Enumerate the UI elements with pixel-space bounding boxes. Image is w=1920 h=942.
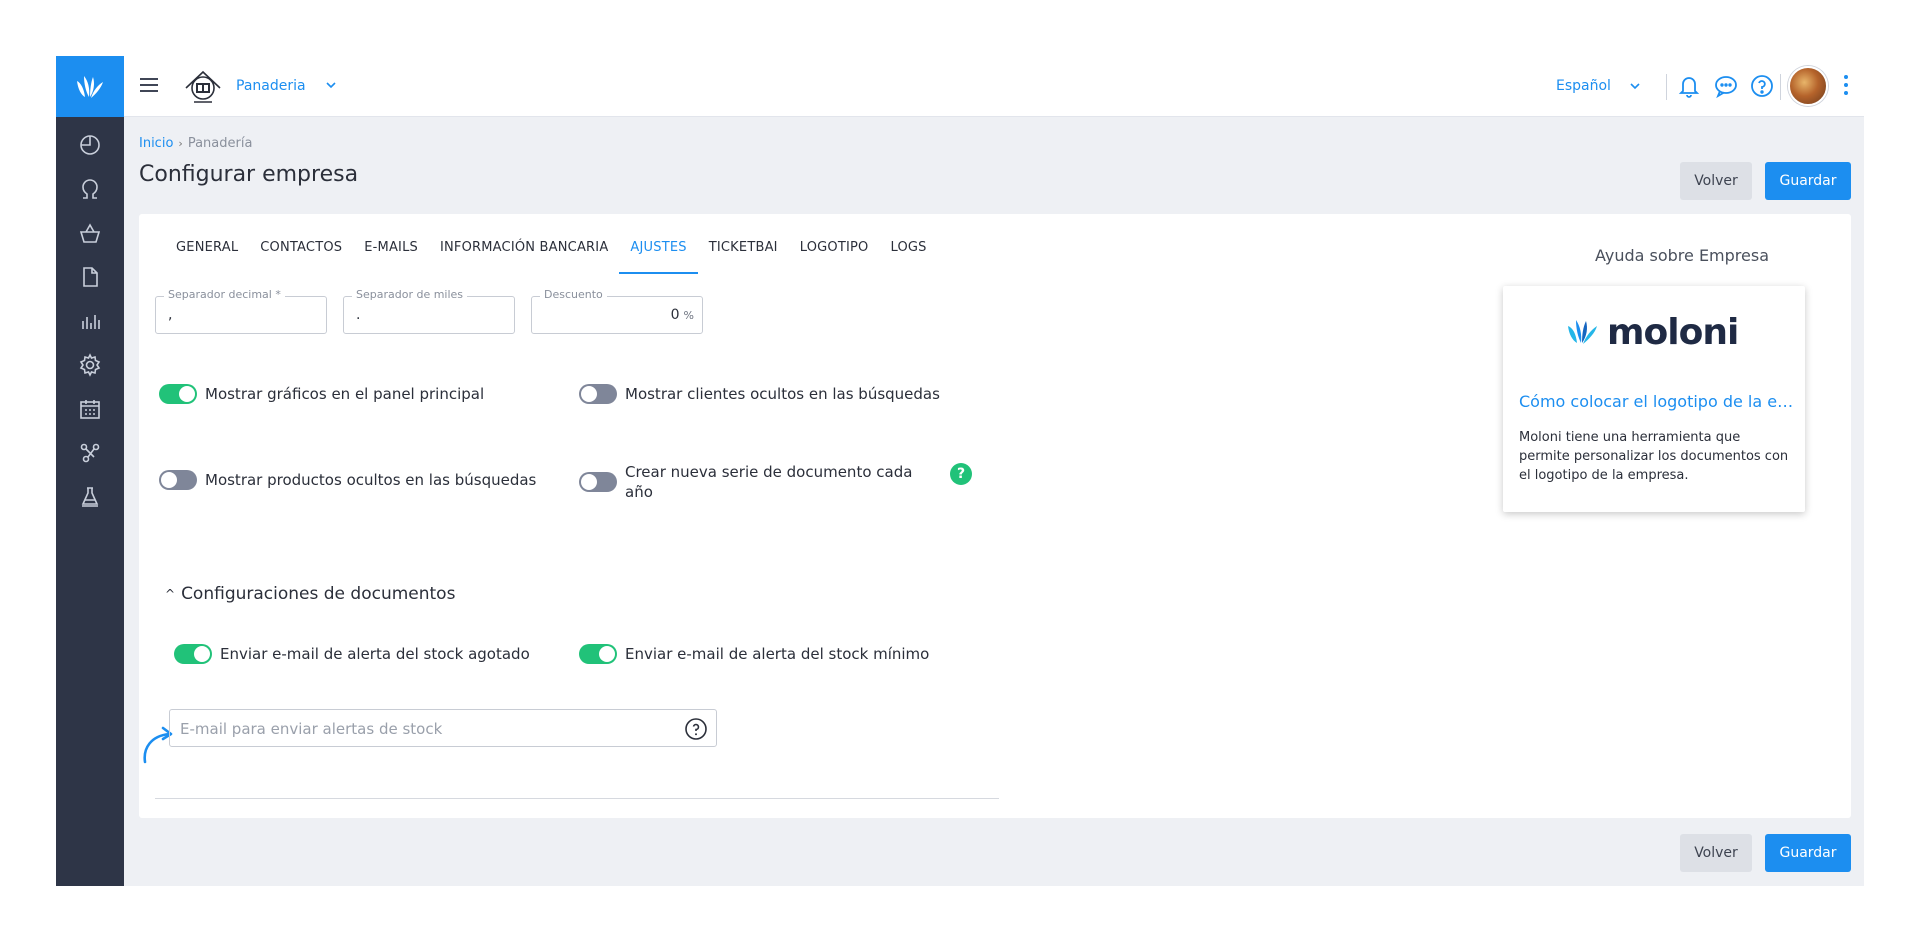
avatar[interactable] <box>1788 66 1828 106</box>
toggle-row-hidden-clients: Mostrar clientes ocultos en las búsqueda… <box>579 384 940 404</box>
section-divider <box>155 798 999 799</box>
discount-value: 0 <box>670 307 680 323</box>
tab-general[interactable]: GENERAL <box>165 240 249 274</box>
company-selector[interactable]: Panaderia <box>236 78 306 94</box>
tab-ticketbai[interactable]: TICKETBAI <box>698 240 789 274</box>
toggle-label: Enviar e-mail de alerta del stock mínimo <box>625 645 930 663</box>
toggle-row-hidden-products: Mostrar productos ocultos en las búsqued… <box>159 470 536 490</box>
chevron-down-icon[interactable] <box>324 78 338 92</box>
section-title: Configuraciones de documentos <box>181 584 456 604</box>
kebab-icon[interactable] <box>1844 75 1850 99</box>
back-button-bottom[interactable]: Volver <box>1680 834 1752 872</box>
company-logo[interactable] <box>182 66 224 106</box>
toggle-label: Mostrar clientes ocultos en las búsqueda… <box>625 385 940 403</box>
help-article-link[interactable]: Cómo colocar el logotipo de la empresa e… <box>1519 392 1795 411</box>
help-badge-icon[interactable]: ? <box>950 463 972 485</box>
section-document-settings[interactable]: ^ Configuraciones de documentos <box>165 584 455 604</box>
moloni-brand-logo[interactable] <box>56 56 124 117</box>
toggle-stock-min[interactable] <box>579 644 617 664</box>
toggle-new-series[interactable] <box>579 472 617 492</box>
moloni-wordmark: moloni <box>1607 311 1739 353</box>
toggle-hidden-products[interactable] <box>159 470 197 490</box>
thousands-separator-field[interactable]: Separador de miles . <box>343 288 515 334</box>
divider <box>1666 74 1667 100</box>
save-button[interactable]: Guardar <box>1765 162 1851 200</box>
percent-unit: % <box>683 309 694 322</box>
field-label: Separador decimal * <box>164 288 285 301</box>
bell-icon[interactable] <box>1675 72 1703 100</box>
settings-card: GENERAL CONTACTOS E-MAILS INFORMACIÓN BA… <box>139 214 1851 818</box>
toggle-hidden-clients[interactable] <box>579 384 617 404</box>
field-label: Separador de miles <box>352 288 468 301</box>
toggle-row-stock-min: Enviar e-mail de alerta del stock mínimo <box>579 644 929 664</box>
tab-informacion-bancaria[interactable]: INFORMACIÓN BANCARIA <box>429 240 619 274</box>
field-label: Descuento <box>540 288 607 301</box>
tab-bar: GENERAL CONTACTOS E-MAILS INFORMACIÓN BA… <box>165 240 938 274</box>
breadcrumb-home[interactable]: Inicio <box>139 136 173 151</box>
settings-icon[interactable] <box>56 348 124 382</box>
customers-icon[interactable] <box>56 172 124 206</box>
tab-contactos[interactable]: CONTACTOS <box>249 240 353 274</box>
tab-ajustes[interactable]: AJUSTES <box>619 240 698 274</box>
tab-logs[interactable]: LOGS <box>879 240 937 274</box>
moloni-logo: moloni <box>1565 311 1739 353</box>
help-icon[interactable] <box>1748 72 1776 100</box>
chevron-down-icon[interactable] <box>1628 79 1642 93</box>
topbar: Panaderia Español <box>124 56 1864 117</box>
decimal-separator-field[interactable]: Separador decimal * , <box>155 288 327 334</box>
toggle-row-stock-out: Enviar e-mail de alerta del stock agotad… <box>174 644 530 664</box>
field-value: , <box>168 307 173 323</box>
page-title: Configurar empresa <box>139 162 359 187</box>
breadcrumb-separator: › <box>178 137 183 150</box>
stock-alert-email-field[interactable] <box>169 709 717 747</box>
question-icon[interactable] <box>684 717 708 741</box>
dashboard-icon[interactable] <box>56 128 124 162</box>
moloni-leaf-icon <box>1568 320 1597 344</box>
toggle-stock-out[interactable] <box>174 644 212 664</box>
reports-icon[interactable] <box>56 304 124 338</box>
toggle-label: Enviar e-mail de alerta del stock agotad… <box>220 645 530 663</box>
breadcrumb-current: Panadería <box>187 136 253 151</box>
menu-icon[interactable] <box>140 74 166 98</box>
field-value: . <box>356 307 361 323</box>
lab-icon[interactable] <box>56 480 124 514</box>
calendar-icon[interactable] <box>56 392 124 426</box>
stock-alert-email-input[interactable] <box>180 718 660 740</box>
help-panel-title: Ayuda sobre Empresa <box>1594 246 1769 265</box>
integrations-icon[interactable] <box>56 436 124 470</box>
help-article-card[interactable]: moloni Cómo colocar el logotipo de la em… <box>1503 286 1805 512</box>
help-article-text: Moloni tiene una herramienta que permite… <box>1519 430 1789 483</box>
chat-icon[interactable] <box>1712 72 1740 100</box>
discount-field[interactable]: Descuento 0% <box>531 288 703 334</box>
tab-emails[interactable]: E-MAILS <box>353 240 429 274</box>
toggle-graphs[interactable] <box>159 384 197 404</box>
moloni-leaf-icon <box>77 75 103 98</box>
chevron-up-icon: ^ <box>165 587 176 601</box>
toggle-label: Mostrar productos ocultos en las búsqued… <box>205 471 537 489</box>
toggle-label: Mostrar gráficos en el panel principal <box>205 385 485 403</box>
basket-icon[interactable] <box>56 216 124 250</box>
back-button[interactable]: Volver <box>1680 162 1752 200</box>
toggle-row-graphs: Mostrar gráficos en el panel principal <box>159 384 484 404</box>
app: Panaderia Español Inicio › Panadería Confi… <box>56 56 1864 886</box>
breadcrumb: Inicio › Panadería <box>139 136 252 151</box>
language-selector[interactable]: Español <box>1556 78 1611 94</box>
document-icon[interactable] <box>56 260 124 294</box>
save-button-bottom[interactable]: Guardar <box>1765 834 1851 872</box>
toggle-row-new-series: Crear nueva serie de documento cada año <box>579 462 939 502</box>
divider <box>1780 74 1781 100</box>
tab-logotipo[interactable]: LOGOTIPO <box>789 240 880 274</box>
toggle-label: Crear nueva serie de documento cada año <box>625 463 913 501</box>
sidebar <box>56 56 124 886</box>
field-value: 0% <box>671 307 694 323</box>
